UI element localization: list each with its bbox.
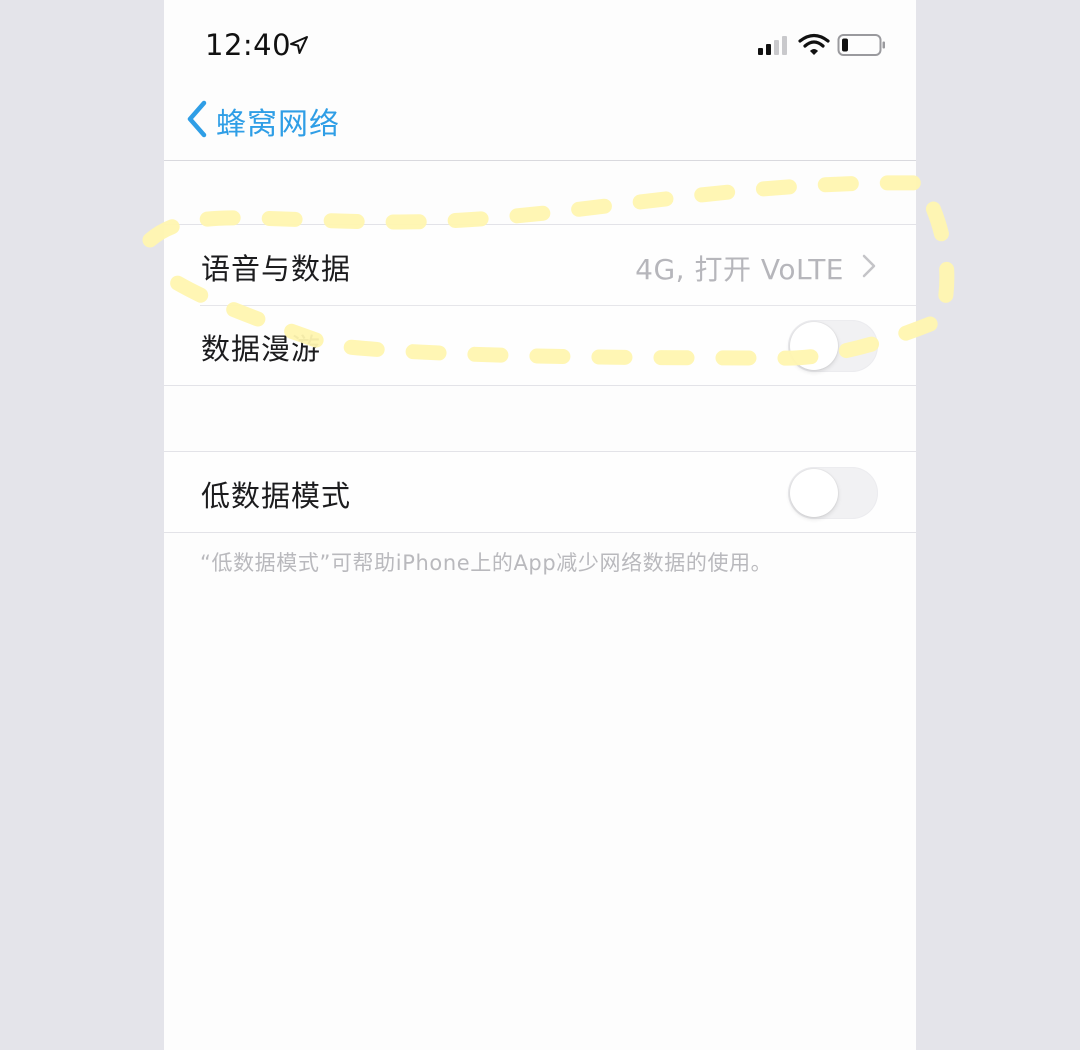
status-bar: 12:40 [164,0,916,90]
location-arrow-icon [288,34,310,60]
cellular-signal-icon [756,34,790,60]
data-roaming-toggle[interactable] [788,320,878,372]
navigation-bar: 蜂窝网络 [164,90,916,161]
row-label: 低数据模式 [201,479,352,513]
cellular-options-group: 语音与数据 4G, 打开 VoLTE 数据漫游 [164,224,916,386]
chevron-right-icon [862,254,876,282]
toggle-knob [790,469,838,517]
wifi-icon [798,33,830,61]
row-label: 语音与数据 [201,252,352,286]
low-data-mode-toggle[interactable] [788,467,878,519]
voice-data-row[interactable]: 语音与数据 4G, 打开 VoLTE [164,225,916,305]
data-roaming-row: 数据漫游 [164,305,916,385]
chevron-left-icon [186,100,208,142]
status-time: 12:40 [205,28,292,62]
toggle-knob [790,322,838,370]
back-button[interactable]: 蜂窝网络 [186,98,340,144]
battery-icon [837,33,887,61]
low-data-mode-row: 低数据模式 [164,452,916,532]
low-data-footnote: “低数据模式”可帮助iPhone上的App减少网络数据的使用。 [200,551,773,575]
row-label: 数据漫游 [201,332,322,366]
row-value: 4G, 打开 VoLTE [635,253,844,286]
back-label: 蜂窝网络 [216,107,340,142]
low-data-group: 低数据模式 [164,451,916,533]
phone-screen: 12:40 蜂窝网络 语音与数据 4G, 打开 VoLTE 数据漫游 低数据模式… [164,0,916,1050]
